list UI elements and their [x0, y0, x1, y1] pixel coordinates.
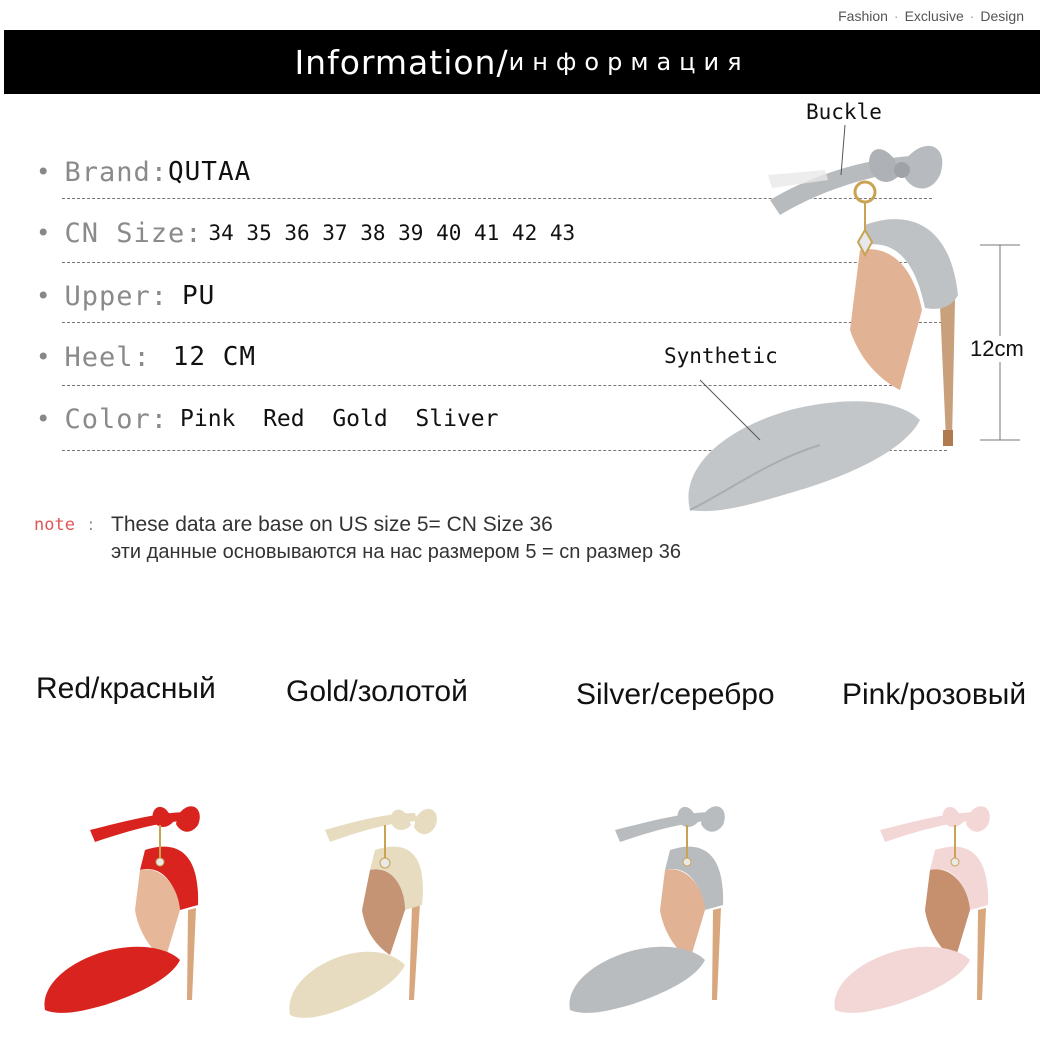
spec-value: QUTAA	[168, 157, 252, 187]
shoe-image-pink	[834, 806, 990, 1013]
note-colon: :	[88, 515, 94, 535]
spec-value: PU	[182, 281, 216, 311]
spec-label: Upper:	[64, 280, 168, 312]
variant-caption-red: Red/красный	[36, 672, 216, 705]
tagline-word: Fashion	[838, 8, 888, 24]
bullet-icon: •	[36, 343, 51, 371]
spec-value: 34 35 36 37 38 39 40 41 42 43	[208, 221, 576, 245]
height-annotation: 12cm	[970, 336, 1024, 362]
shoe-image-silver	[569, 806, 725, 1013]
spec-value: 12 CM	[172, 342, 257, 372]
note-label: note	[34, 515, 75, 535]
bullet-icon: •	[36, 405, 51, 433]
bullet-icon: •	[36, 219, 51, 247]
main-shoe-image	[688, 145, 958, 512]
note-line-ru: эти данные основываются на нас размером …	[111, 541, 681, 563]
note-line-en: These data are base on US size 5= CN Siz…	[111, 513, 553, 536]
buckle-pointer-line	[840, 125, 846, 176]
variant-caption-pink: Pink/розовый	[842, 678, 1027, 711]
bullet-icon: •	[36, 282, 51, 310]
tagline-word: Exclusive	[904, 8, 964, 24]
banner-title-en: Information/	[294, 42, 509, 82]
bullet-icon: •	[36, 158, 51, 186]
variant-caption-silver: Silver/серебро	[576, 678, 775, 711]
shoe-image-red	[44, 806, 200, 1013]
shoe-image-gold	[289, 808, 437, 1018]
variant-caption-gold: Gold/золотой	[286, 675, 468, 708]
spec-value: Pink Red Gold Sliver	[180, 406, 499, 432]
synthetic-annotation: Synthetic	[664, 344, 778, 368]
spec-label: CN Size:	[64, 217, 203, 249]
buckle-annotation: Buckle	[806, 100, 882, 124]
banner-title-ru: информация	[508, 48, 750, 76]
information-banner: Information/ информация	[4, 30, 1040, 94]
spec-label: Color:	[64, 403, 168, 435]
tagline: Fashion · Exclusive · Design	[838, 8, 1024, 24]
synthetic-pointer-line	[699, 379, 761, 441]
spec-label: Heel:	[64, 341, 151, 373]
tagline-word: Design	[980, 8, 1024, 24]
spec-label: Brand:	[64, 156, 168, 188]
